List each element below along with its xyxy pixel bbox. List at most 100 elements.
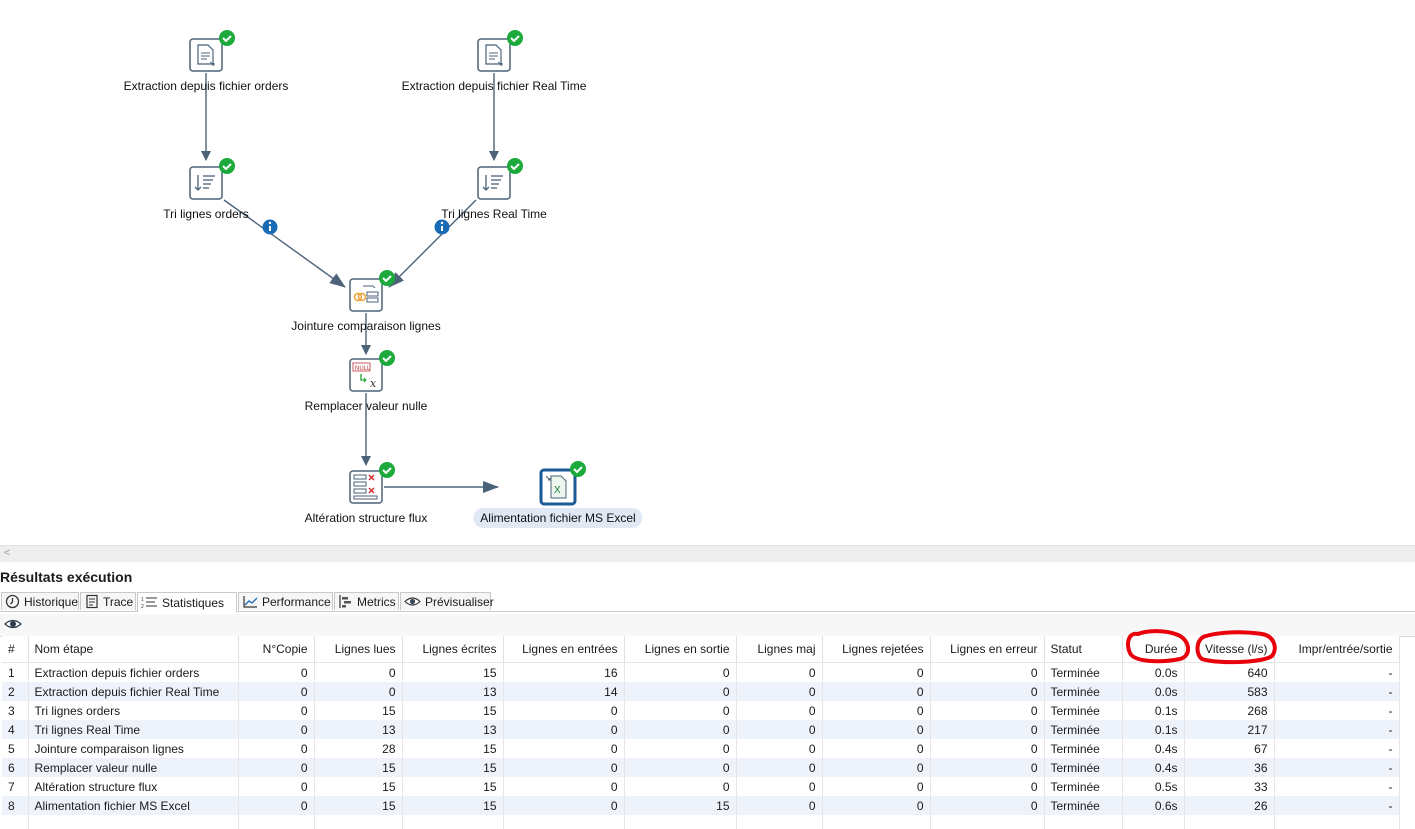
table-cell: Terminée [1044, 758, 1123, 777]
log-document-icon [86, 594, 98, 609]
table-cell: 1 [2, 662, 29, 682]
table-cell: 0 [624, 777, 737, 796]
tab-metrics[interactable]: Metrics [334, 592, 399, 610]
step-extraction-orders[interactable] [189, 38, 223, 72]
results-panel-title: Résultats exécution [0, 569, 133, 585]
tab-historique[interactable]: Historique [1, 592, 79, 610]
table-cell: 0 [238, 796, 315, 815]
column-header[interactable]: Vitesse (l/s) [1184, 636, 1275, 663]
table-cell [314, 815, 403, 829]
table-row-empty [2, 815, 1400, 829]
column-header[interactable]: Lignes en entrées [503, 636, 625, 663]
table-cell: 0 [822, 701, 931, 720]
table-cell: 0 [503, 739, 625, 758]
step-label: Extraction depuis fichier orders [123, 79, 289, 93]
table-cell: 217 [1184, 720, 1275, 739]
table-row[interactable]: 5 Jointure comparaison lignes 0 28 15 0 0 0 0 0 Te… [2, 739, 1400, 758]
table-cell: 0 [238, 682, 315, 701]
tab-label: Trace [103, 594, 134, 609]
canvas-horizontal-scrollbar[interactable]: < [0, 545, 1415, 562]
step-extraction-real-time[interactable] [477, 38, 511, 72]
table-cell: 13 [402, 682, 504, 701]
column-header[interactable]: Statut [1044, 636, 1123, 663]
table-cell: Terminée [1044, 739, 1123, 758]
table-row[interactable]: 2 Extraction depuis fichier Real Time 0 0 13… [2, 682, 1400, 701]
table-cell [930, 815, 1045, 829]
step-remplacer-null[interactable]: NULL x [349, 358, 383, 392]
table-cell: 0 [238, 777, 315, 796]
table-cell: 3 [2, 701, 29, 720]
table-cell: 0 [624, 758, 737, 777]
column-header[interactable]: Lignes lues [314, 636, 403, 663]
table-cell: 0 [238, 758, 315, 777]
table-cell: 0 [822, 739, 931, 758]
table-cell: 0.5s [1122, 777, 1185, 796]
table-row[interactable]: 6 Remplacer valeur nulle 0 15 15 0 0 0 0 0 Terminé… [2, 758, 1400, 777]
svg-text:2: 2 [141, 604, 144, 610]
table-cell: 0 [822, 720, 931, 739]
table-cell: 0 [930, 796, 1045, 815]
success-check-icon [379, 350, 395, 366]
success-check-icon [219, 30, 235, 46]
table-row[interactable]: 7 Altération structure flux 0 15 15 0 0 0 0 0 Term… [2, 777, 1400, 796]
table-cell [1122, 815, 1185, 829]
table-cell: 15 [314, 796, 403, 815]
table-cell [238, 815, 315, 829]
table-cell: Tri lignes orders [28, 701, 239, 720]
column-header[interactable]: N°Copie [238, 636, 315, 663]
table-cell: 0 [503, 758, 625, 777]
table-cell: Remplacer valeur nulle [28, 758, 239, 777]
tab-previsualiser[interactable]: Prévisualiser [400, 592, 494, 610]
preview-eye-icon[interactable] [4, 617, 22, 631]
step-tri-real-time[interactable] [477, 166, 511, 200]
tab-trace[interactable]: Trace [80, 592, 136, 610]
column-header[interactable]: # [2, 636, 29, 663]
column-header[interactable]: Lignes en erreur [930, 636, 1045, 663]
table-row[interactable]: 4 Tri lignes Real Time 0 13 13 0 0 0 0 0 Terminée 0… [2, 720, 1400, 739]
table-row[interactable]: 3 Tri lignes orders 0 15 15 0 0 0 0 0 Terminée 0.1s… [2, 701, 1400, 720]
table-cell: Terminée [1044, 701, 1123, 720]
info-icon[interactable] [262, 219, 278, 235]
table-cell: 16 [503, 662, 625, 682]
table-row[interactable]: 1 Extraction depuis fichier orders 0 0 15 16 0… [2, 662, 1400, 682]
table-cell: 0 [503, 701, 625, 720]
table-cell: 0 [736, 739, 823, 758]
step-label: Remplacer valeur nulle [304, 399, 428, 413]
svg-text:x: x [370, 377, 377, 390]
column-header[interactable]: Impr/entrée/sortie [1274, 636, 1400, 663]
table-cell: Terminée [1044, 777, 1123, 796]
column-header[interactable]: Lignes écrites [402, 636, 504, 663]
column-header[interactable]: Lignes maj [736, 636, 823, 663]
table-cell [503, 815, 625, 829]
tab-performance[interactable]: Performance [238, 592, 333, 610]
table-cell: 8 [2, 796, 29, 815]
table-cell: 583 [1184, 682, 1275, 701]
table-body: 1 Extraction depuis fichier orders 0 0 15 16 0… [2, 662, 1400, 829]
tab-label: Metrics [357, 594, 396, 609]
table-cell: 26 [1184, 796, 1275, 815]
table-cell: 15 [314, 758, 403, 777]
table-cell: 28 [314, 739, 403, 758]
step-jointure[interactable] [349, 278, 383, 312]
scroll-left-icon[interactable]: < [4, 547, 10, 559]
column-header[interactable]: Lignes en sortie [624, 636, 737, 663]
table-cell: 13 [402, 720, 504, 739]
table-cell: 14 [503, 682, 625, 701]
step-alimentation-excel[interactable]: X [539, 468, 577, 506]
table-cell: 0 [503, 720, 625, 739]
column-header[interactable]: Lignes rejetées [822, 636, 931, 663]
tab-statistiques[interactable]: 12 Statistiques [137, 592, 237, 612]
step-alteration[interactable] [349, 470, 383, 504]
table-cell [1274, 815, 1400, 829]
info-icon[interactable] [434, 219, 450, 235]
table-cell: 0 [314, 662, 403, 682]
table-cell: 2 [2, 682, 29, 701]
table-row[interactable]: 8 Alimentation fichier MS Excel 0 15 15 0 15 0 0… [2, 796, 1400, 815]
table-cell: 0 [503, 796, 625, 815]
transformation-canvas[interactable]: NULL x X Extraction depuis fichier order… [0, 0, 1415, 545]
step-tri-orders[interactable] [189, 166, 223, 200]
table-cell: Terminée [1044, 682, 1123, 701]
column-header[interactable]: Nom étape [28, 636, 239, 663]
column-header[interactable]: Durée [1122, 636, 1185, 663]
table-cell: 0 [736, 777, 823, 796]
